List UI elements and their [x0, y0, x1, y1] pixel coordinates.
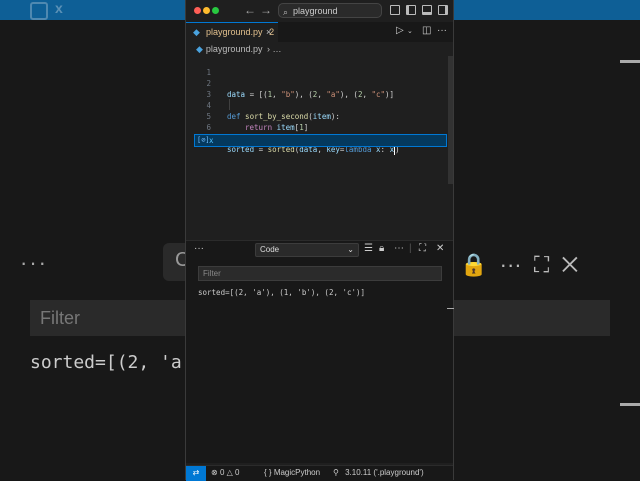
suggestion-widget[interactable]: [⊘] x — [194, 134, 447, 147]
toggle-panel-icon[interactable] — [422, 5, 432, 15]
python-file-icon: ◆ — [193, 27, 200, 37]
tab-playground-py[interactable]: ◆ playground.py 2 × — [186, 22, 278, 42]
error-icon: ⊗ — [211, 468, 218, 477]
output-channel-value: Code — [260, 245, 280, 254]
toggle-secondary-sidebar-icon[interactable] — [438, 5, 448, 15]
close-panel-icon[interactable]: ✕ — [436, 243, 444, 254]
panel-scrollbar-mark — [447, 308, 454, 309]
problems-status[interactable]: ⊗ 0 △ 0 — [211, 468, 239, 477]
run-icon[interactable]: ▷ — [396, 25, 404, 36]
background-app-icon — [30, 2, 48, 20]
code-line: 5 return item[1] — [186, 100, 453, 132]
tab-close-icon[interactable]: × — [266, 23, 271, 42]
run-dropdown-icon[interactable]: ⌄ — [407, 27, 413, 35]
background-maximize-icon: ⛶ — [533, 252, 550, 277]
variable-symbol-icon: [⊘] — [197, 136, 210, 144]
search-text: playground — [293, 6, 338, 16]
split-editor-icon[interactable]: ◫ — [422, 25, 431, 36]
forward-arrow-icon[interactable]: → — [260, 3, 272, 17]
customize-layout-icon[interactable] — [390, 5, 400, 15]
maximize-panel-icon[interactable]: ⛶ — [419, 243, 426, 254]
breadcrumb: ◆ playground.py › … — [196, 44, 282, 55]
panel-divider: | — [409, 243, 412, 254]
close-window-button[interactable] — [194, 7, 201, 14]
background-more-icon-2: ··· — [499, 252, 522, 277]
error-count: 0 — [219, 468, 225, 477]
output-channel-select[interactable]: Code ⌄ — [255, 243, 359, 257]
code-line: 1 — [186, 56, 453, 77]
background-close-icon: ✕ — [561, 252, 579, 277]
title-bar: ← → ⌕ playground — [186, 0, 453, 23]
status-bar: ⇄ ⊗ 0 △ 0 { } MagicPython ⚲ 3.10.11 ('.p… — [186, 465, 453, 481]
code-line-active: 7 sorted = sorted(data, key=lambda x: x) — [186, 122, 453, 155]
background-scroll-mark — [620, 403, 640, 406]
code-line: 4 def sort_by_second(item): — [186, 89, 453, 121]
zoom-window-button[interactable] — [212, 7, 219, 14]
indent-guide — [229, 99, 230, 110]
background-more-icon: ··· — [20, 250, 48, 275]
tab-bar: ◆ playground.py 2 × ▷ ⌄ ◫ ··· — [186, 22, 453, 42]
command-center-search[interactable]: ⌕ playground — [278, 3, 382, 18]
background-title-letter: x — [55, 0, 63, 16]
more-actions-icon[interactable]: ··· — [437, 25, 447, 36]
python-file-icon: ◆ — [196, 44, 203, 54]
minimize-window-button[interactable] — [203, 7, 210, 14]
breadcrumb-ellipsis[interactable]: … — [273, 44, 282, 54]
language-mode: MagicPython — [273, 468, 321, 477]
background-output: sorted=[(2, 'a' — [30, 352, 193, 373]
code-line: 6 — [186, 111, 453, 132]
output-filter-input[interactable]: Filter — [198, 266, 442, 281]
word-wrap-icon[interactable]: ☰ — [364, 243, 373, 254]
back-arrow-icon[interactable]: ← — [244, 3, 256, 17]
lock-scroll-icon[interactable]: 🔒︎ — [379, 243, 384, 254]
code-line: 2 data = [(1, "b"), (2, "a"), (2, "c")] — [186, 67, 453, 99]
vscode-window: ← → ⌕ playground ◆ playground.py 2 × ▷ ⌄… — [185, 0, 454, 481]
python-env-icon: ⚲ — [333, 468, 339, 477]
toggle-sidebar-icon[interactable] — [406, 5, 416, 15]
panel-more-actions-icon[interactable]: ⋯ — [394, 243, 404, 254]
tab-filename: playground.py — [206, 27, 263, 37]
interpreter-version: 3.10.11 ('.playground') — [345, 468, 424, 477]
language-status[interactable]: { } MagicPython — [264, 468, 320, 477]
output-panel: ··· Code ⌄ ☰ 🔒︎ ⋯ | ⛶ ✕ Filter sorted=[(… — [186, 240, 454, 463]
warning-count: 0 — [235, 468, 240, 477]
warning-icon: △ — [226, 468, 233, 477]
output-text: sorted=[(2, 'a'), (1, 'b'), (2, 'c')] — [198, 288, 366, 297]
code-editor[interactable]: 1 2 data = [(1, "b"), (2, "a"), (2, "c")… — [186, 56, 453, 240]
braces-icon: { } — [264, 468, 272, 477]
background-lock-icon: 🔒 — [460, 252, 488, 277]
interpreter-status[interactable]: ⚲ 3.10.11 ('.playground') — [333, 468, 424, 477]
breadcrumb-chevron-icon: › — [266, 44, 270, 54]
background-panel-icons: 🔒 ··· ⛶ ✕ — [460, 252, 578, 278]
editor-scrollbar[interactable] — [448, 56, 454, 184]
remote-indicator-icon[interactable]: ⇄ — [186, 466, 206, 481]
panel-more-icon[interactable]: ··· — [194, 243, 204, 254]
code-line: 3 — [186, 78, 453, 99]
breadcrumb-file[interactable]: playground.py — [206, 44, 263, 54]
background-scroll-mark-top — [620, 60, 640, 63]
suggestion-label[interactable]: x — [209, 135, 214, 146]
chevron-down-icon: ⌄ — [347, 245, 354, 254]
search-icon: ⌕ — [283, 7, 289, 17]
